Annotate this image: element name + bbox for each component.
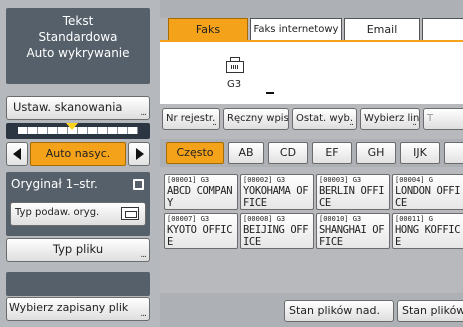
select-line-button[interactable]: Wybierz lin... [360, 108, 420, 130]
original-settings-box: Oryginał 1–str. Typ podaw. oryg. [6, 172, 150, 236]
index-tab-ab[interactable]: AB [228, 142, 264, 164]
main-area: Faks Faks internetowy Email G3 Nr rejest… [160, 0, 463, 327]
destination-button[interactable]: [00004] G LONDON OFFICE [392, 174, 463, 210]
destination-button[interactable]: [00002] G3 YOKOHAMA OFFICE [240, 174, 314, 210]
select-stored-file-button[interactable]: Wybierz zapisany plik ... [6, 297, 150, 321]
last-dialed-button[interactable]: Ostat. wyb... [292, 108, 357, 130]
more-indicator: .. [212, 118, 217, 128]
select-stored-file-label: Wybierz zapisany plik [9, 301, 129, 314]
scan-settings-label: Ustaw. skanowania [13, 100, 123, 114]
index-tab-ijk[interactable]: IJK [400, 142, 440, 164]
last-dialed-label: Ostat. wyb. [296, 113, 354, 124]
manual-entry-label: Ręczny wpis [227, 113, 289, 124]
empty-slot [6, 272, 150, 296]
manual-entry-button[interactable]: Ręczny wpis [223, 108, 289, 130]
original-feed-type-button[interactable]: Typ podaw. oryg. [10, 202, 146, 226]
destination-entry-panel: G3 [160, 40, 463, 104]
destination-code: [00004] G [395, 176, 433, 184]
index-tab-more[interactable] [444, 142, 463, 164]
file-type-label: Typ pliku [52, 242, 104, 256]
auto-density-button[interactable]: Auto nasyc. [30, 142, 126, 166]
original-sides-label: Oryginał 1–str. [11, 177, 98, 191]
destination-code: [00007] G3 [167, 215, 210, 223]
more-tools-label: T [427, 113, 434, 124]
density-lighter-button[interactable] [6, 142, 28, 166]
density-controls: Auto nasyc. [6, 142, 150, 166]
more-indicator: ... [140, 250, 147, 260]
destination-code: [00003] G3 [319, 176, 362, 184]
index-tab-ef[interactable]: EF [312, 142, 352, 164]
destination-name: YOKOHAMA OFFICE [243, 185, 309, 209]
destination-name: ABCD COMPANY [167, 185, 233, 209]
destination-button[interactable]: [00001] G3 ABCD COMPANY [164, 174, 238, 210]
original-page-icon [133, 179, 144, 190]
summary-line-size: Auto wykrywanie [26, 46, 130, 60]
density-marker-icon[interactable] [66, 123, 78, 130]
top-strip [160, 0, 463, 18]
destination-code: [00008] G3 [243, 215, 286, 223]
destination-name: HONG KOFFICE [395, 224, 461, 248]
destination-name: SHANGHAI OFFICE [319, 224, 385, 248]
destination-button[interactable]: [00011] G HONG KOFFICE [392, 213, 463, 249]
more-indicator: ... [140, 309, 147, 319]
destination-name: LONDON OFFICE [395, 185, 461, 209]
more-indicator: .. [349, 118, 354, 128]
destination-button[interactable]: [00003] G3 BERLIN OFFICE [316, 174, 390, 210]
destination-name: KYOTO OFFICE [167, 224, 233, 248]
registration-number-label: Nr rejestr. [166, 113, 216, 124]
destination-button[interactable]: [00008] G3 BEIJING OFFICE [240, 213, 314, 249]
registration-number-button[interactable]: Nr rejestr... [162, 108, 220, 130]
destination-button[interactable]: [00010] G3 SHANGHAI OFFICE [316, 213, 390, 249]
original-feed-type-label: Typ podaw. oryg. [15, 207, 100, 218]
scan-settings-button[interactable]: Ustaw. skanowania ... [6, 96, 150, 120]
left-panel: Tekst Standardowa Auto wykrywanie Ustaw.… [0, 0, 160, 327]
fax-machine-icon [226, 57, 244, 73]
scan-settings-summary: Tekst Standardowa Auto wykrywanie [6, 8, 150, 84]
orientation-icon [121, 207, 139, 220]
summary-line-resolution: Standardowa [38, 30, 118, 44]
destination-tools: Nr rejestr... Ręczny wpis Ostat. wyb... … [160, 108, 463, 134]
tab-more[interactable] [422, 18, 463, 40]
tab-fax[interactable]: Faks [168, 18, 248, 40]
more-indicator: .. [412, 118, 417, 128]
tab-internet-fax[interactable]: Faks internetowy [250, 18, 342, 40]
bottom-bar: Stan plików nad. Stan plików [160, 293, 463, 327]
mode-tabs: Faks Faks internetowy Email [160, 18, 463, 40]
destination-name: BEIJING OFFICE [243, 224, 309, 248]
destination-code: [00011] G [395, 215, 433, 223]
file-type-button[interactable]: Typ pliku ... [6, 238, 150, 262]
summary-line-type: Tekst [62, 14, 94, 28]
line-type-label: G3 [227, 79, 242, 90]
sent-file-status-button[interactable]: Stan plików nad. [284, 300, 394, 322]
input-cursor [266, 92, 274, 94]
destination-code: [00002] G3 [243, 176, 286, 184]
destination-name: BERLIN OFFICE [319, 185, 385, 209]
destination-code: [00010] G3 [319, 215, 362, 223]
address-index-tabs: Często AB CD EF GH IJK [160, 139, 463, 167]
density-slider[interactable] [6, 123, 150, 139]
destination-list: [00001] G3 ABCD COMPANY [00002] G3 YOKOH… [160, 171, 463, 293]
index-tab-frequent[interactable]: Często [166, 142, 224, 164]
more-indicator: ... [140, 108, 147, 118]
density-darker-button[interactable] [128, 142, 150, 166]
index-tab-cd[interactable]: CD [268, 142, 308, 164]
tab-email[interactable]: Email [344, 18, 420, 40]
file-status-button[interactable]: Stan plików [397, 300, 463, 322]
density-scale [18, 127, 138, 134]
more-tools-button[interactable]: T [423, 108, 463, 130]
destination-code: [00001] G3 [167, 176, 210, 184]
destination-button[interactable]: [00007] G3 KYOTO OFFICE [164, 213, 238, 249]
index-tab-gh[interactable]: GH [356, 142, 396, 164]
